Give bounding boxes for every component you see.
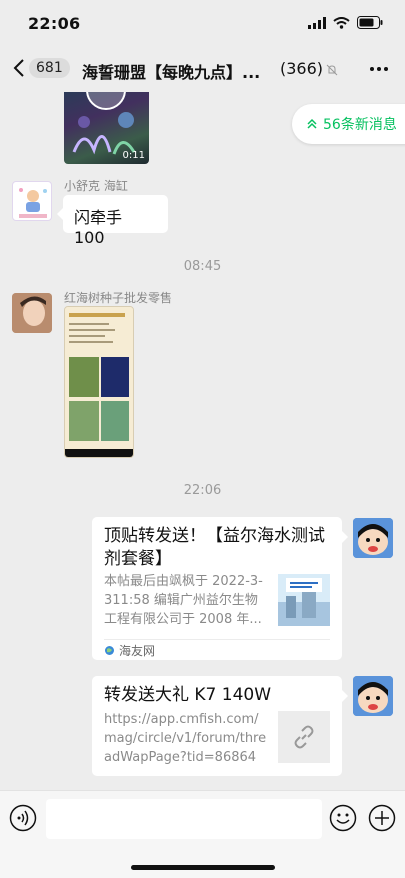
voice-input-icon[interactable] bbox=[9, 804, 37, 832]
home-indicator bbox=[131, 865, 275, 870]
member-count: (366) bbox=[280, 59, 324, 78]
timestamp: 08:45 bbox=[183, 259, 222, 274]
cartoon-boy-avatar-image bbox=[353, 518, 393, 558]
link-card[interactable]: 顶贴转发送！【益尔海水测试剂套餐】 本帖最后由飒枫于 2022-3-311:58… bbox=[92, 517, 348, 660]
card-source: 海友网 bbox=[104, 642, 155, 659]
seaweed-poster-image bbox=[65, 307, 133, 457]
message-input[interactable] bbox=[46, 799, 322, 839]
signal-icon bbox=[308, 16, 326, 29]
wifi-icon bbox=[333, 16, 350, 29]
status-icons bbox=[308, 16, 383, 29]
link-chain-icon bbox=[294, 725, 314, 749]
mute-bell-icon bbox=[326, 64, 338, 76]
text-message-bubble[interactable]: 闪牵手 100 bbox=[57, 195, 168, 247]
emoji-icon[interactable] bbox=[329, 804, 357, 832]
image-message[interactable] bbox=[64, 306, 134, 458]
cartoon-boy-avatar-image bbox=[353, 676, 393, 716]
sender-name: 小舒克 海缸 bbox=[64, 179, 128, 193]
more-icon[interactable] bbox=[369, 60, 389, 78]
battery-icon bbox=[357, 16, 383, 29]
chevron-left-icon bbox=[13, 59, 24, 77]
new-messages-button[interactable]: 56条新消息 bbox=[292, 104, 405, 144]
video-message[interactable]: 0:11 bbox=[64, 92, 149, 164]
my-avatar[interactable] bbox=[353, 518, 393, 558]
person-avatar-image bbox=[12, 293, 52, 333]
plus-icon[interactable] bbox=[368, 804, 396, 832]
source-globe-icon bbox=[105, 646, 114, 655]
video-duration: 0:11 bbox=[122, 150, 145, 161]
status-bar: 22:06 bbox=[0, 0, 405, 46]
unread-count-badge: 681 bbox=[29, 58, 70, 78]
new-messages-label: 56条新消息 bbox=[323, 117, 397, 133]
message-text: 闪牵手 100 bbox=[74, 208, 123, 247]
card-divider bbox=[104, 639, 330, 640]
card-title: 顶贴转发送！【益尔海水测试剂套餐】 bbox=[104, 526, 325, 569]
my-avatar[interactable] bbox=[353, 676, 393, 716]
avatar[interactable] bbox=[12, 181, 52, 221]
avatar[interactable] bbox=[12, 293, 52, 333]
card-description: 本帖最后由飒枫于 2022-3-311:58 编辑广州益尔生物工程有限公司于 2… bbox=[104, 574, 263, 627]
status-time: 22:06 bbox=[28, 14, 81, 33]
card-source-name: 海友网 bbox=[119, 644, 156, 658]
link-card[interactable]: 转发送大礼 K7 140W https://app.cmfish.com/mag… bbox=[92, 676, 348, 776]
link-thumbnail bbox=[278, 711, 330, 763]
card-thumbnail bbox=[278, 574, 330, 626]
sender-name: 红海树种子批发零售 bbox=[64, 291, 173, 305]
double-chevron-up-icon bbox=[307, 118, 317, 129]
card-description: https://app.cmfish.com/mag/circle/v1/for… bbox=[104, 712, 267, 765]
chat-header: 681 海誓珊盟【每晚九点】... (366) bbox=[0, 46, 405, 92]
back-button[interactable]: 681 bbox=[12, 58, 70, 78]
card-title: 转发送大礼 K7 140W bbox=[104, 685, 272, 705]
cartoon-avatar-image bbox=[19, 188, 47, 218]
timestamp: 22:06 bbox=[183, 483, 222, 498]
